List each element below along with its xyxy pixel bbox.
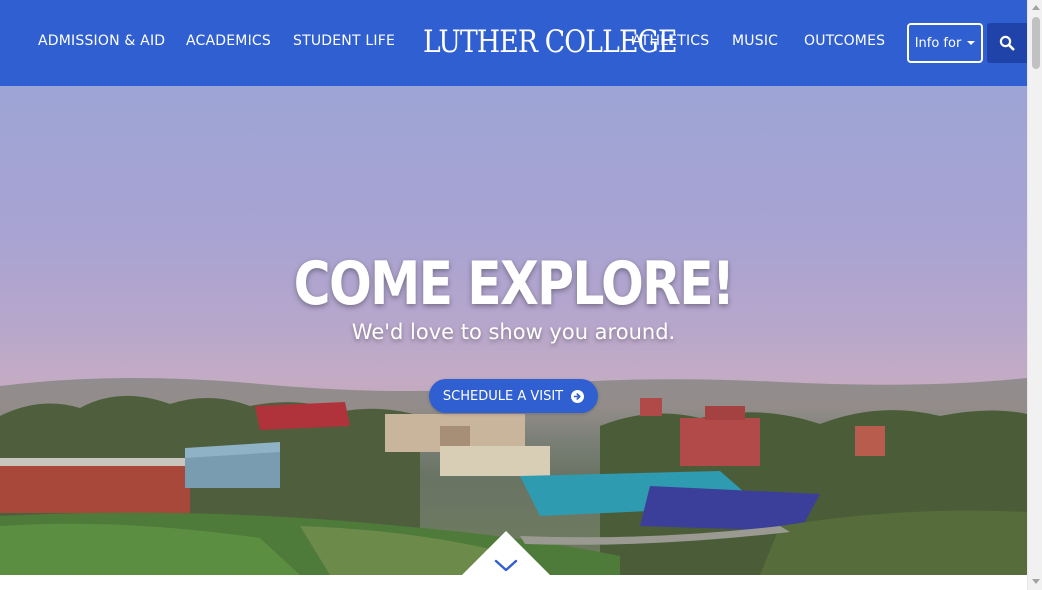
info-for-dropdown[interactable]: Info for xyxy=(907,23,983,63)
hero-subtitle: We'd love to show you around. xyxy=(351,320,676,344)
site-header: ADMISSION & AID ACADEMICS STUDENT LIFE L… xyxy=(0,0,1027,86)
page-scrollbar[interactable] xyxy=(1027,0,1042,590)
hero-title: COME EXPLORE! xyxy=(293,249,735,319)
hero-banner: COME EXPLORE! We'd love to show you arou… xyxy=(0,86,1027,575)
scroll-down-arrow-icon[interactable] xyxy=(1032,579,1040,584)
caret-down-icon xyxy=(967,41,976,45)
scroll-down-button[interactable] xyxy=(460,531,552,575)
nav-academics[interactable]: ACADEMICS xyxy=(186,33,271,49)
nav-music[interactable]: MUSIC xyxy=(732,33,778,49)
nav-student-life[interactable]: STUDENT LIFE xyxy=(293,33,395,49)
search-button[interactable] xyxy=(987,23,1027,63)
nav-athletics[interactable]: ATHLETICS xyxy=(632,33,709,49)
search-icon xyxy=(999,35,1015,51)
nav-admission-aid[interactable]: ADMISSION & AID xyxy=(38,33,165,49)
logo-text: LUTHER COLLEGE xyxy=(423,24,677,60)
schedule-visit-label: SCHEDULE A VISIT xyxy=(442,388,564,404)
info-for-label: Info for xyxy=(914,35,962,51)
schedule-visit-button[interactable]: SCHEDULE A VISIT xyxy=(429,379,598,413)
nav-outcomes[interactable]: OUTCOMES xyxy=(804,33,885,49)
scroll-thumb[interactable] xyxy=(1032,17,1040,69)
arrow-circle-right-icon xyxy=(571,389,585,403)
scroll-up-arrow-icon[interactable] xyxy=(1032,5,1040,10)
luther-college-logo[interactable]: LUTHER COLLEGE xyxy=(423,20,677,64)
